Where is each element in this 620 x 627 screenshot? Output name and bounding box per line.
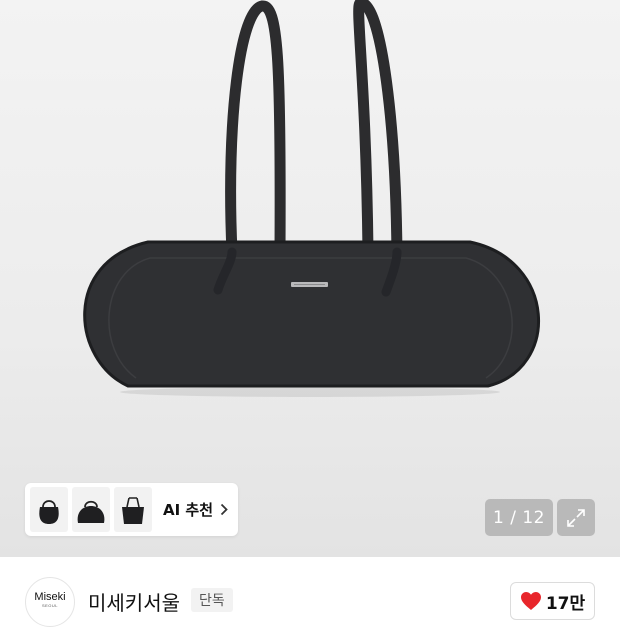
chevron-right-icon — [220, 503, 228, 516]
image-counter: 1 / 12 — [485, 499, 553, 536]
recommend-thumbnail-2[interactable] — [72, 487, 110, 532]
expand-image-button[interactable] — [557, 499, 595, 536]
brand-logo-text: Miseki — [34, 591, 66, 603]
recommend-thumbnail-3[interactable] — [114, 487, 152, 532]
ai-recommendation-panel[interactable]: AI 추천 — [25, 483, 238, 536]
ai-recommend-label[interactable]: AI 추천 — [163, 499, 213, 520]
brand-name[interactable]: 미세키서울 — [88, 587, 180, 616]
recommend-thumbnail-1[interactable] — [30, 487, 68, 532]
brand-bar: Miseki SEOUL 미세키서울 단독 17만 — [0, 557, 620, 627]
brand-logo-subtext: SEOUL — [41, 603, 59, 608]
exclusive-badge: 단독 — [191, 588, 233, 612]
expand-arrows-icon — [567, 508, 585, 527]
like-button[interactable]: 17만 — [510, 582, 595, 620]
product-image[interactable] — [0, 0, 620, 557]
heart-icon — [520, 592, 541, 610]
product-image-gallery[interactable]: AI 추천 1 / 12 — [0, 0, 620, 557]
like-count: 17만 — [545, 593, 586, 614]
